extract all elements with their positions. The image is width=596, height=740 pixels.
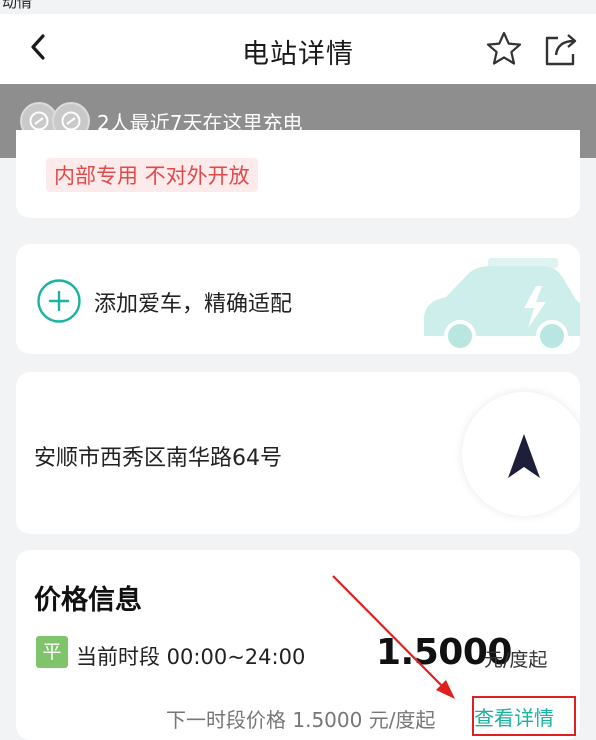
electric-car-illustration-icon <box>424 258 580 350</box>
navigation-arrow-icon <box>508 434 540 478</box>
next-period-price: 下一时段价格 1.5000 元/度起 <box>166 708 436 732</box>
share-icon[interactable] <box>541 30 581 68</box>
price-info-card: 价格信息 平 当前时段 00:00~24:00 1.5000 元/度起 下一时段… <box>16 550 580 740</box>
current-period-label: 当前时段 00:00~24:00 <box>76 645 306 669</box>
station-address: 安顺市西秀区南华路64号 <box>34 446 282 471</box>
add-circle-icon[interactable] <box>36 278 82 324</box>
add-car-label: 添加爱车，精确适配 <box>94 292 293 317</box>
status-bar-text: 动情 <box>2 0 33 11</box>
price-section-title: 价格信息 <box>34 585 142 616</box>
time-period-badge: 平 <box>36 636 68 668</box>
charging-user-icon <box>61 111 81 131</box>
star-outline-icon[interactable] <box>485 30 523 68</box>
location-card: 安顺市西秀区南华路64号 <box>16 372 580 534</box>
station-info-card: 内部专用 不对外开放 <box>16 130 580 218</box>
charging-user-icon <box>29 111 49 131</box>
status-bar: 动情 <box>0 0 596 14</box>
price-unit-label: 元/度起 <box>484 649 548 671</box>
navigate-button[interactable] <box>462 392 580 516</box>
add-car-card[interactable]: 添加爱车，精确适配 <box>16 244 580 354</box>
annotation-highlight-box <box>472 696 576 736</box>
top-navigation-bar: 电站详情 <box>0 14 596 84</box>
access-restriction-tag: 内部专用 不对外开放 <box>46 158 258 192</box>
